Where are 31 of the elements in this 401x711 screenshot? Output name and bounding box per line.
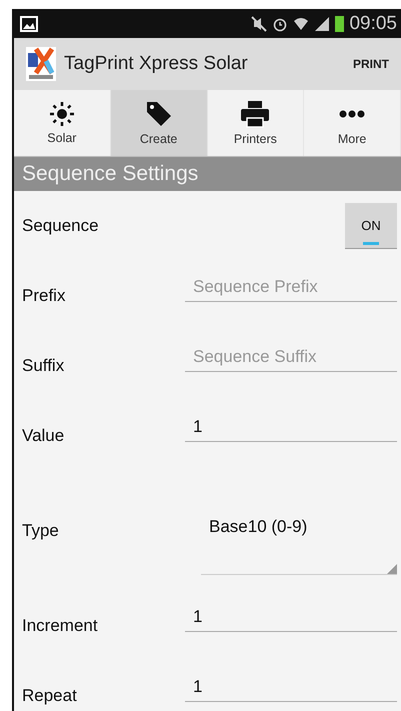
wifi-icon [293,16,310,32]
setting-label: Increment [22,616,99,636]
input-field[interactable]: 1 [185,672,397,702]
tab[interactable]: Create [110,90,208,156]
input-field[interactable]: 1 [185,412,397,442]
sun-icon [48,101,75,127]
setting-label: Suffix [22,356,66,376]
battery-icon [335,15,344,32]
mute-icon [251,16,268,32]
printer-icon [240,100,270,128]
input-field[interactable]: 1 [185,602,397,632]
clock-time: 09:05 [349,12,397,34]
setting-label: Repeat [22,686,78,706]
dropdown[interactable]: Base10 (0-9) [201,517,397,575]
tag-icon [144,100,173,128]
dropdown-arrow-icon [387,564,397,574]
image-icon [20,16,38,32]
app-title: TagPrint Xpress Solar [64,53,249,75]
setting-label: Value [22,426,66,446]
setting-label: Prefix [22,286,66,306]
print-button[interactable]: PRINT [349,53,393,75]
signal-icon [314,16,330,32]
input-field[interactable]: Sequence Prefix [185,272,397,302]
alarm-icon [272,16,288,32]
app-logo-icon [26,47,56,81]
toggle-button[interactable]: ON [345,203,397,249]
setting-label: Sequence [22,216,100,236]
setting-label: Type [22,521,60,541]
input-field[interactable]: Sequence Suffix [185,342,397,372]
more-icon [339,110,366,118]
section-header: Sequence Settings [14,157,401,191]
